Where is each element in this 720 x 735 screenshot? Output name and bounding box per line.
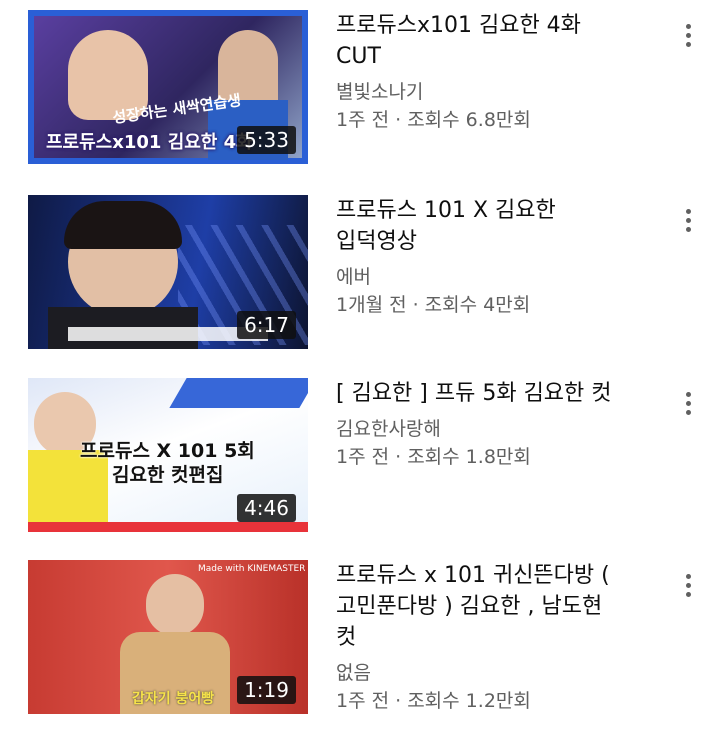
video-duration: 5:33 [237, 126, 296, 154]
channel-name[interactable]: 김요한사랑해 [336, 415, 656, 443]
video-stats: 1주 전 · 조회수 1.8만회 [336, 446, 531, 468]
more-vertical-icon[interactable] [674, 386, 702, 420]
thumbnail-blue-stripe [169, 378, 308, 408]
more-vertical-icon[interactable] [674, 18, 702, 52]
thumbnail-subcaption: 김요한 컷편집 [112, 464, 224, 486]
video-title[interactable]: 프로듀스 101 X 김요한 입덕영상 [336, 195, 656, 257]
video-stats: 1개월 전 · 조회수 4만회 [336, 294, 531, 316]
video-thumbnail[interactable]: 6:17 [28, 195, 308, 349]
thumbnail-caption: 프로듀스 X 101 5회 [80, 440, 255, 462]
thumbnail-hair [64, 201, 182, 249]
video-thumbnail[interactable]: 성장하는 새싹연습생 프로듀스x101 김요한 4화 5:33 [28, 10, 308, 164]
channel-name[interactable]: 에버 [336, 263, 656, 291]
video-title[interactable]: 프로듀스 x 101 귀신뜬다방 ( 고민푼다방 ) 김요한 , 남도현 컷 [336, 560, 656, 653]
video-title[interactable]: 프로듀스x101 김요한 4화 CUT [336, 10, 656, 72]
thumbnail-caption: 갑자기 붕어빵 [132, 691, 215, 707]
thumbnail-person [146, 574, 204, 636]
more-vertical-icon[interactable] [674, 568, 702, 602]
thumbnail-red-stripe [28, 522, 308, 532]
video-stats: 1주 전 · 조회수 6.8만회 [336, 109, 531, 131]
channel-name[interactable]: 없음 [336, 659, 656, 687]
video-stats: 1주 전 · 조회수 1.2만회 [336, 690, 531, 712]
video-title[interactable]: [ 김요한 ] 프듀 5화 김요한 컷 [336, 378, 656, 409]
thumbnail-caption: 프로듀스x101 김요한 4화 [46, 132, 253, 153]
more-vertical-icon[interactable] [674, 203, 702, 237]
video-thumbnail[interactable]: 프로듀스 X 101 5회 김요한 컷편집 4:46 [28, 378, 308, 532]
video-duration: 4:46 [237, 494, 296, 522]
channel-name[interactable]: 별빛소나기 [336, 78, 656, 106]
video-thumbnail[interactable]: Made with KINEMASTER 갑자기 붕어빵 1:19 [28, 560, 308, 714]
video-duration: 6:17 [237, 311, 296, 339]
thumbnail-corner-text: Made with KINEMASTER [198, 564, 306, 574]
video-duration: 1:19 [237, 676, 296, 704]
